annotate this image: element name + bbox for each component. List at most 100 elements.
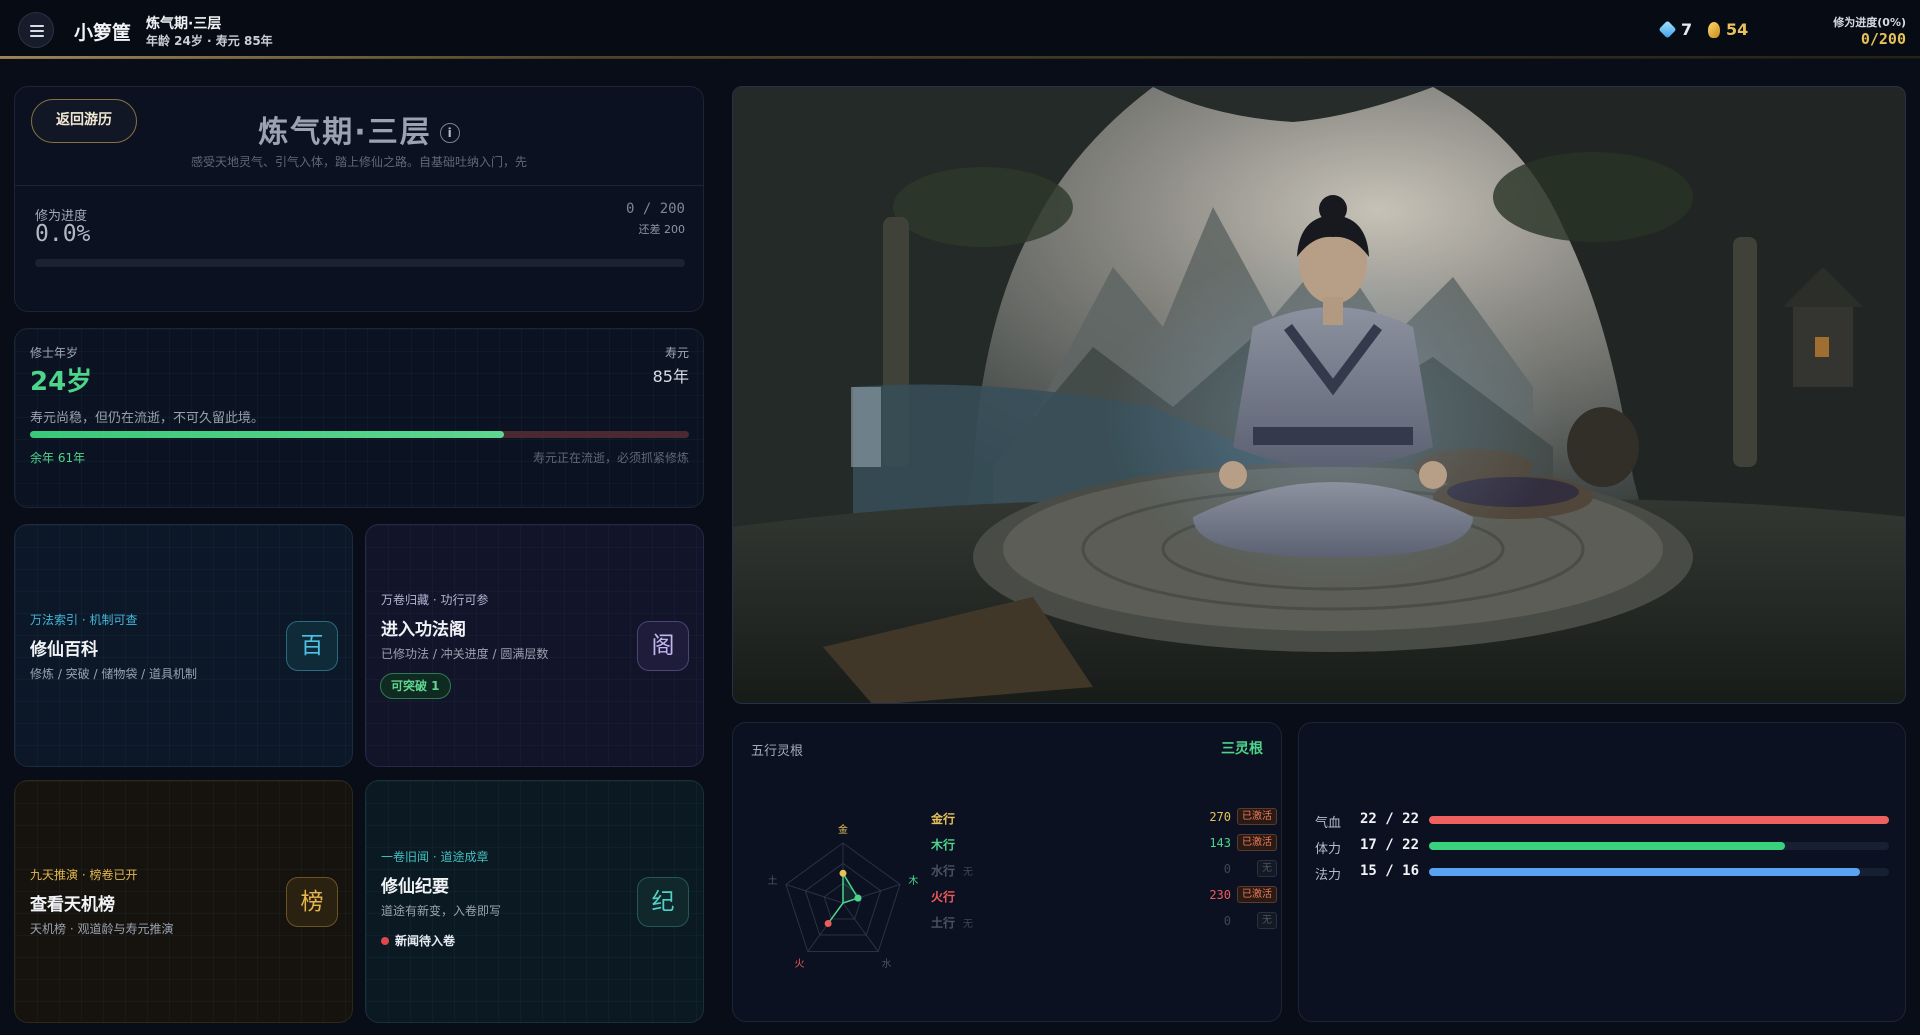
card-title: 查看天机榜	[30, 895, 115, 915]
vital-bar	[1429, 816, 1889, 824]
five-elements-title: 五行灵根	[751, 744, 804, 759]
element-name: 火行	[931, 890, 956, 904]
vital-bar	[1429, 868, 1889, 876]
top-bar-glow	[0, 56, 1920, 59]
wiki-icon: 百	[286, 621, 338, 671]
card-title: 修仙百科	[30, 640, 98, 660]
element-name: 金行	[931, 812, 956, 826]
spirit-root-type: 三灵根	[1221, 741, 1263, 757]
element-name: 木行	[931, 838, 956, 852]
card-tag: 九天推演 · 榜卷已开	[30, 868, 138, 882]
remaining-years: 余年 61年	[30, 451, 86, 465]
progress-bar	[35, 259, 685, 267]
news-pending-text: 新闻待入卷	[395, 934, 456, 948]
element-row: 金行 270 已激活	[931, 807, 1277, 827]
gem-counter[interactable]: 7	[1658, 20, 1693, 39]
progress-count: 0 / 200	[625, 201, 685, 217]
card-subtitle: 已修功法 / 冲关进度 / 圆满层数	[381, 647, 549, 661]
lifespan-bar-fill	[30, 431, 505, 438]
top-bar: 小箩筐 炼气期·三层 年龄 24岁 · 寿元 85年 7 54 修为进度(0%)…	[0, 0, 1920, 58]
lifespan-bar	[30, 431, 689, 438]
radar-data-area	[827, 870, 860, 924]
vital-label: 气血	[1315, 816, 1342, 831]
vital-bar-fill	[1429, 842, 1785, 850]
vital-value: 15 / 16	[1360, 863, 1420, 879]
five-elements-panel: 五行灵根 三灵根 金 木 水 火 土 金行 270 已激活 木行 143 已激活 水行无 0 无…	[732, 722, 1282, 1022]
breakthrough-badge[interactable]: 可突破 1	[380, 673, 451, 699]
news-pending-note: 新闻待入卷	[381, 932, 455, 949]
card-subtitle: 修炼 / 突破 / 储物袋 / 道具机制	[30, 667, 198, 681]
info-icon[interactable]: i	[439, 123, 460, 143]
element-row: 火行 230 已激活	[931, 885, 1277, 905]
element-status-badge: 已激活	[1237, 834, 1277, 851]
element-row: 土行无 0 无	[931, 911, 1277, 931]
vitals-panel: 气血 22 / 22 体力 17 / 22 法力 15 / 16	[1298, 722, 1906, 1022]
element-name: 土行	[931, 916, 956, 930]
ranking-icon: 榜	[286, 877, 338, 927]
chronicle-card[interactable]: 一卷旧闻 · 道途成章 修仙纪要 道途有新变，入卷即写 新闻待入卷 纪	[365, 780, 704, 1023]
chronicle-icon: 纪	[637, 877, 689, 927]
card-subtitle: 天机榜 · 观道龄与寿元推演	[30, 922, 174, 936]
gem-icon	[1658, 20, 1677, 39]
radar-point	[839, 869, 847, 877]
axis-label-huo: 火	[795, 958, 805, 970]
realm-description: 感受天地灵气、引气入体，踏上修仙之路。自基础吐纳入门，先	[190, 155, 527, 169]
axis-label-jin: 金	[838, 823, 848, 836]
element-value: 270	[1209, 810, 1231, 824]
divider	[15, 185, 703, 186]
menu-button[interactable]	[18, 12, 54, 48]
gold-counter[interactable]: 54	[1708, 20, 1748, 39]
vital-bar-fill	[1429, 816, 1889, 824]
card-tag: 一卷旧闻 · 道途成章	[381, 850, 489, 864]
element-status-badge: 无	[1257, 860, 1277, 877]
vital-bar	[1429, 842, 1889, 850]
progress-remaining: 还差 200	[638, 223, 686, 236]
ranking-card[interactable]: 九天推演 · 榜卷已开 查看天机榜 天机榜 · 观道龄与寿元推演 榜	[14, 780, 353, 1023]
age-label: 修士年岁	[30, 346, 79, 360]
gold-count: 54	[1726, 20, 1749, 39]
axis-label-shui: 水	[881, 958, 891, 970]
radar-point	[854, 894, 862, 902]
element-value: 230	[1209, 888, 1231, 902]
player-name: 小箩筐	[74, 22, 132, 44]
radar-point	[824, 919, 832, 927]
card-tag: 万法索引 · 机制可查	[30, 613, 138, 627]
menu-icon-line	[30, 30, 44, 32]
element-row: 木行 143 已激活	[931, 833, 1277, 853]
age-value: 24岁	[30, 367, 93, 397]
menu-icon-line	[30, 25, 44, 27]
vital-label: 法力	[1315, 868, 1342, 883]
element-row: 水行无 0 无	[931, 859, 1277, 879]
scene-illustration	[733, 87, 1905, 703]
vital-label: 体力	[1315, 842, 1342, 857]
element-status-badge: 已激活	[1237, 808, 1277, 825]
element-name: 水行	[931, 864, 956, 878]
cultivation-progress-label: 修为进度(0%)	[1833, 16, 1906, 29]
red-dot-icon	[381, 937, 389, 945]
radar-axis	[785, 883, 844, 904]
element-value: 0	[1223, 914, 1231, 928]
progress-percent: 0.0%	[35, 221, 91, 247]
vital-row: 体力 17 / 22	[1315, 836, 1889, 857]
realm-heading: 炼气期·三层 i	[15, 107, 703, 151]
card-title: 修仙纪要	[381, 877, 449, 897]
realm-heading-text: 炼气期·三层	[258, 115, 432, 150]
vital-bar-fill	[1429, 868, 1861, 876]
element-value: 0	[1223, 862, 1231, 876]
lifespan-value: 85年	[652, 367, 689, 386]
pavilion-icon: 阁	[637, 621, 689, 671]
wiki-card[interactable]: 万法索引 · 机制可查 修仙百科 修炼 / 突破 / 储物袋 / 道具机制 百	[14, 524, 353, 767]
realm-panel: 返回游历 炼气期·三层 i 感受天地灵气、引气入体，踏上修仙之路。自基础吐纳入门，…	[14, 86, 704, 312]
vital-value: 17 / 22	[1360, 837, 1420, 853]
lifespan-note: 寿元尚稳，但仍在流逝，不可久留此境。	[30, 411, 265, 426]
card-tag: 万卷归藏 · 功行可参	[381, 593, 489, 607]
radar-axis	[842, 902, 879, 952]
element-value: 143	[1209, 836, 1231, 850]
realm-title: 炼气期·三层	[146, 16, 222, 32]
card-subtitle: 道途有新变，入卷即写	[381, 904, 502, 918]
skills-pavilion-card[interactable]: 万卷归藏 · 功行可参 进入功法阁 已修功法 / 冲关进度 / 圆满层数 可突破…	[365, 524, 704, 767]
five-elements-radar: 金 木 水 火 土	[768, 823, 919, 970]
lifespan-label: 寿元	[664, 346, 689, 360]
meditation-scene	[732, 86, 1906, 704]
gem-count: 7	[1681, 20, 1693, 39]
